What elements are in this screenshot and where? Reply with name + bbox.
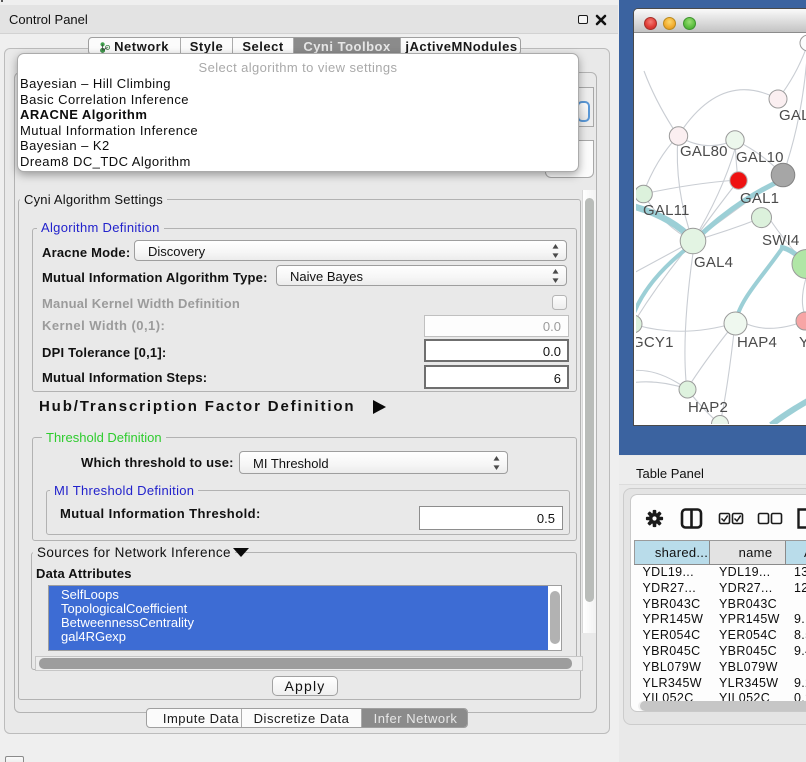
svg-text:SWI4: SWI4	[762, 232, 799, 249]
svg-text:GAL4: GAL4	[694, 254, 733, 271]
svg-text:GAL2: GAL2	[779, 107, 806, 124]
svg-text:GAL10: GAL10	[736, 149, 784, 166]
svg-text:GCY1: GCY1	[636, 334, 674, 351]
svg-text:GAL11: GAL11	[643, 202, 690, 219]
svg-text:GAL1: GAL1	[740, 190, 779, 207]
svg-text:HAP2: HAP2	[688, 399, 728, 416]
svg-text:GAL80: GAL80	[680, 143, 728, 160]
svg-text:HAP4: HAP4	[737, 334, 777, 351]
svg-text:YBR0: YBR0	[799, 334, 806, 351]
